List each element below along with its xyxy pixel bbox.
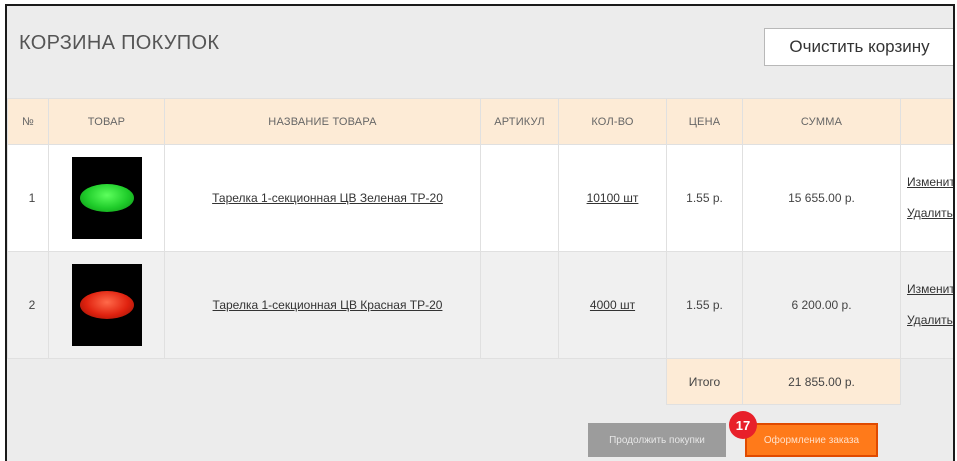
- quantity-cell: 10100 шт: [558, 144, 667, 252]
- cart-table: № ТОВАР НАЗВАНИЕ ТОВАРА АРТИКУЛ КОЛ-ВО Ц…: [7, 98, 953, 405]
- notification-badge: 17: [729, 411, 757, 439]
- total-spacer: [7, 358, 667, 405]
- delete-link[interactable]: Удалить: [907, 198, 953, 229]
- green-plate-image[interactable]: [71, 157, 142, 239]
- checkout-button[interactable]: Оформление заказа: [745, 423, 878, 457]
- quantity-cell: 4000 шт: [558, 251, 667, 359]
- table-row: 2 Тарелка 1-секционная ЦВ Красная ТР-20 …: [7, 251, 953, 359]
- plate-shape: [79, 184, 134, 212]
- red-plate-image[interactable]: [71, 264, 142, 346]
- page-title: КОРЗИНА ПОКУПОК: [19, 32, 220, 54]
- col-header-article: АРТИКУЛ: [480, 98, 559, 145]
- quantity-link[interactable]: 10100 шт: [587, 191, 639, 205]
- total-row: Итого 21 855.00 р.: [7, 358, 953, 405]
- actions-cell: Изменить Удалить: [900, 144, 953, 252]
- edit-link[interactable]: Изменить: [907, 167, 953, 198]
- article-cell: [480, 251, 559, 359]
- actions-cell: Изменить Удалить: [900, 251, 953, 359]
- row-number: 1: [7, 144, 49, 252]
- col-header-actions: [900, 98, 953, 145]
- table-header-row: № ТОВАР НАЗВАНИЕ ТОВАРА АРТИКУЛ КОЛ-ВО Ц…: [7, 98, 953, 145]
- col-header-product: ТОВАР: [48, 98, 165, 145]
- table-row: 1 Тарелка 1-секционная ЦВ Зеленая ТР-20 …: [7, 144, 953, 252]
- col-header-sum: СУММА: [742, 98, 901, 145]
- product-name-cell: Тарелка 1-секционная ЦВ Зеленая ТР-20: [164, 144, 481, 252]
- quantity-link[interactable]: 4000 шт: [590, 298, 635, 312]
- edit-link[interactable]: Изменить: [907, 274, 953, 305]
- product-name-cell: Тарелка 1-секционная ЦВ Красная ТР-20: [164, 251, 481, 359]
- row-number: 2: [7, 251, 49, 359]
- sum-cell: 6 200.00 р.: [742, 251, 901, 359]
- total-label: Итого: [666, 358, 743, 405]
- col-header-number: №: [7, 98, 49, 145]
- article-cell: [480, 144, 559, 252]
- sum-cell: 15 655.00 р.: [742, 144, 901, 252]
- total-value: 21 855.00 р.: [742, 358, 901, 405]
- total-spacer-end: [900, 358, 953, 405]
- product-image-cell: [48, 251, 165, 359]
- continue-shopping-button[interactable]: Продолжить покупки: [588, 423, 726, 457]
- plate-shape: [79, 291, 134, 319]
- product-image-cell: [48, 144, 165, 252]
- col-header-name: НАЗВАНИЕ ТОВАРА: [164, 98, 481, 145]
- delete-link[interactable]: Удалить: [907, 305, 953, 336]
- clear-cart-button[interactable]: Очистить корзину: [764, 28, 953, 66]
- col-header-quantity: КОЛ-ВО: [558, 98, 667, 145]
- price-cell: 1.55 р.: [666, 251, 743, 359]
- product-name-link[interactable]: Тарелка 1-секционная ЦВ Зеленая ТР-20: [212, 191, 443, 205]
- col-header-price: ЦЕНА: [666, 98, 743, 145]
- cart-panel: КОРЗИНА ПОКУПОК Очистить корзину № ТОВАР…: [5, 4, 955, 461]
- product-name-link[interactable]: Тарелка 1-секционная ЦВ Красная ТР-20: [213, 298, 443, 312]
- price-cell: 1.55 р.: [666, 144, 743, 252]
